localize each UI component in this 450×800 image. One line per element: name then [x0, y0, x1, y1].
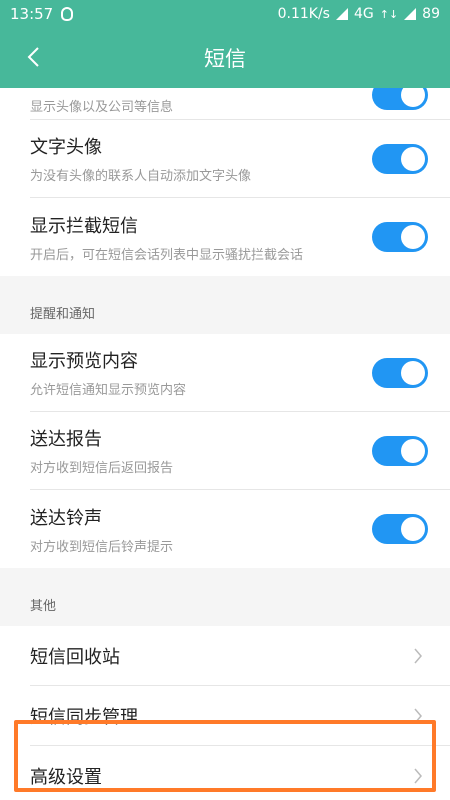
menu-item-label: 短信回收站	[30, 646, 120, 668]
status-bar: 13:57 0.11K/s 4G ↑↓ 89	[0, 0, 450, 28]
section-other: 短信回收站 短信同步管理 高级设置	[0, 626, 450, 800]
qq-icon	[61, 7, 74, 21]
menu-item-advanced-settings[interactable]: 高级设置	[30, 746, 450, 800]
page-title: 短信	[204, 47, 246, 71]
wifi-signal-icon	[335, 8, 348, 20]
chevron-left-icon	[27, 47, 39, 67]
menu-item-recycle-bin[interactable]: 短信回收站	[30, 626, 450, 686]
setting-row-text-avatar[interactable]: 文字头像 为没有头像的联系人自动添加文字头像	[30, 120, 450, 198]
section-gap	[0, 568, 450, 582]
menu-item-label: 短信同步管理	[30, 706, 138, 728]
battery-level: 89	[422, 6, 440, 22]
status-time: 13:57	[10, 5, 54, 23]
toggle-switch-contact-info[interactable]	[372, 88, 428, 110]
network-speed: 0.11K/s	[277, 6, 330, 22]
toggle-switch-text-avatar[interactable]	[372, 143, 428, 174]
toggle-switch-preview[interactable]	[372, 357, 428, 388]
chevron-right-icon	[410, 648, 426, 664]
chevron-right-icon	[410, 708, 426, 724]
section-notifications: 显示预览内容 允许短信通知显示预览内容 送达报告 对方收到短信后返回报告 送达铃…	[0, 334, 450, 568]
toggle-switch-delivery-report[interactable]	[372, 435, 428, 466]
setting-row-preview[interactable]: 显示预览内容 允许短信通知显示预览内容	[30, 334, 450, 412]
setting-row-show-blocked[interactable]: 显示拦截短信 开启后，可在短信会话列表中显示骚扰拦截会话	[30, 198, 450, 276]
chevron-right-icon	[410, 768, 426, 784]
setting-row-delivery-sound[interactable]: 送达铃声 对方收到短信后铃声提示	[30, 490, 450, 568]
back-button[interactable]	[18, 42, 48, 72]
section-heading-notifications: 提醒和通知	[0, 290, 450, 334]
menu-item-label: 高级设置	[30, 767, 102, 788]
setting-row-delivery-report[interactable]: 送达报告 对方收到短信后返回报告	[30, 412, 450, 490]
settings-list: 显示头像以及公司等信息 文字头像 为没有头像的联系人自动添加文字头像 显示拦截短…	[0, 88, 450, 800]
network-type: 4G	[353, 6, 374, 22]
status-right: 0.11K/s 4G ↑↓ 89	[278, 6, 440, 22]
setting-row-contact-info[interactable]: 显示头像以及公司等信息	[30, 88, 450, 120]
section-contacts: 显示头像以及公司等信息 文字头像 为没有头像的联系人自动添加文字头像 显示拦截短…	[0, 88, 450, 276]
section-heading-other: 其他	[0, 582, 450, 626]
cell-signal-icon	[404, 8, 417, 20]
data-transfer-icon: ↑↓	[379, 7, 399, 21]
status-left: 13:57	[10, 5, 74, 23]
toggle-switch-show-blocked[interactable]	[372, 222, 428, 252]
app-header: 短信	[0, 28, 450, 88]
toggle-switch-delivery-sound[interactable]	[372, 514, 428, 544]
menu-item-sync-management[interactable]: 短信同步管理	[30, 686, 450, 746]
section-gap	[0, 276, 450, 290]
